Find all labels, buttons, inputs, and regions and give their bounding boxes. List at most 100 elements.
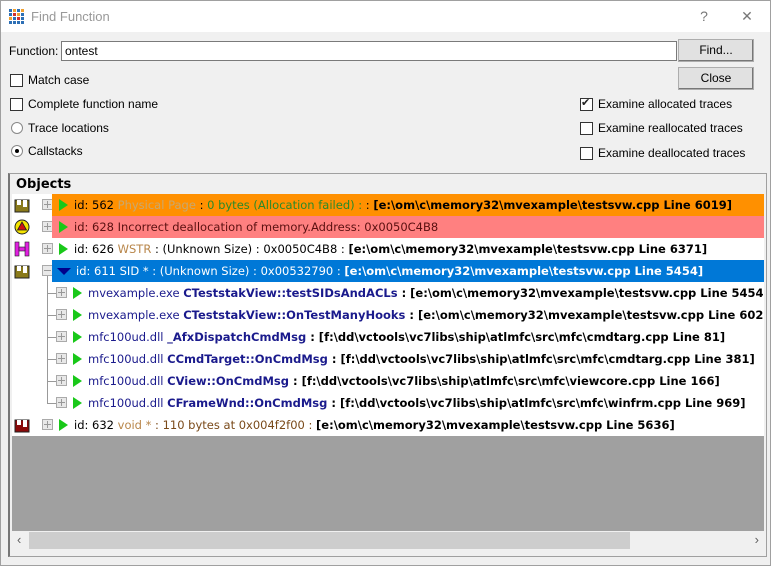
play-icon — [59, 419, 68, 431]
find-function-dialog: Find Function ? ✕ Function: ontest Find.… — [0, 0, 771, 566]
expand-icon[interactable] — [56, 353, 67, 364]
function-name: _AfxDispatchCmdMsg — [167, 330, 307, 344]
module-name: mfc100ud.dll — [88, 396, 164, 410]
object-text: id: 628 Incorrect deallocation of memory… — [74, 220, 439, 234]
window-title: Find Function — [31, 9, 110, 24]
play-icon — [73, 375, 82, 387]
module-name: mvexample.exe — [88, 286, 180, 300]
object-id: id: 626 — [74, 242, 114, 256]
objects-panel: Objects id: 562 Physical Page : 0 bytes … — [8, 173, 767, 557]
help-button[interactable]: ? — [689, 5, 719, 27]
close-window-button[interactable]: ✕ — [732, 5, 762, 27]
callstack-row[interactable]: mfc100ud.dll CFrameWnd::OnCmdMsg : [f:\d… — [12, 392, 764, 414]
expand-icon[interactable] — [56, 287, 67, 298]
play-icon — [73, 309, 82, 321]
separator: : — [195, 198, 208, 212]
source-location: : [e:\om\c\memory32\mvexample\testsvw.cp… — [405, 308, 764, 322]
source-location: : [f:\dd\vctools\vc7libs\ship\atlmfc\src… — [327, 396, 746, 410]
source-location: : [f:\dd\vctools\vc7libs\ship\atlmfc\src… — [306, 330, 726, 344]
tree-row-selected[interactable]: id: 611 SID * : (Unknown Size) : 0x00532… — [12, 260, 764, 282]
warning-icon — [14, 219, 30, 235]
separator: : — [362, 198, 374, 212]
title-bar: Find Function ? ✕ — [1, 1, 770, 32]
object-location: [e:\om\c\memory32\mvexample\testsvw.cpp … — [316, 418, 675, 432]
freed-page-icon — [14, 419, 30, 433]
object-location: [e:\om\c\memory32\mvexample\testsvw.cpp … — [348, 242, 708, 256]
object-type: Physical Page — [117, 198, 196, 212]
callstack-row[interactable]: mfc100ud.dll CCmdTarget::OnCmdMsg : [f:\… — [12, 348, 764, 370]
play-icon — [73, 353, 82, 365]
source-location: : [f:\dd\vctools\vc7libs\ship\atlmfc\src… — [327, 352, 755, 366]
object-text: id: 611 SID * : (Unknown Size) : 0x00532… — [76, 264, 345, 278]
scroll-left-icon[interactable]: ‹ — [17, 532, 21, 547]
object-id: id: 632 — [74, 418, 114, 432]
object-size: 0 bytes (Allocation failed) : — [207, 198, 363, 212]
module-name: mfc100ud.dll — [88, 374, 164, 388]
object-details: : 110 bytes at 0x004f2f00 : — [151, 418, 317, 432]
object-location: [e:\om\c\memory32\mvexample\testsvw.cpp … — [373, 198, 732, 212]
trace-locations-radio[interactable] — [11, 122, 23, 134]
play-icon — [73, 331, 82, 343]
function-label: Function: — [9, 44, 59, 58]
object-details: : (Unknown Size) : 0x0050C4B8 : — [151, 242, 349, 256]
examine-deallocated-checkbox[interactable] — [580, 147, 593, 160]
grid-icon — [9, 9, 24, 24]
heap-icon — [14, 241, 30, 257]
function-input[interactable]: ontest — [61, 41, 677, 61]
function-name: CTeststakView::OnTestManyHooks — [183, 308, 406, 322]
function-name: CFrameWnd::OnCmdMsg — [167, 396, 328, 410]
physical-page-icon — [14, 199, 30, 213]
examine-allocated-label: Examine allocated traces — [598, 97, 733, 111]
tree-row[interactable]: id: 628 Incorrect deallocation of memory… — [12, 216, 764, 238]
play-icon — [59, 243, 68, 255]
tree-row[interactable]: id: 562 Physical Page : 0 bytes (Allocat… — [12, 194, 764, 216]
trace-locations-label: Trace locations — [28, 121, 109, 135]
callstack-row[interactable]: mvexample.exe CTeststakView::OnTestManyH… — [12, 304, 764, 326]
expand-icon[interactable] — [42, 243, 53, 254]
callstacks-radio[interactable] — [11, 145, 23, 157]
match-case-checkbox[interactable] — [10, 74, 23, 87]
complete-name-checkbox[interactable] — [10, 98, 23, 111]
expand-icon[interactable] — [42, 419, 53, 430]
function-name: CView::OnCmdMsg — [167, 374, 289, 388]
objects-tree[interactable]: id: 562 Physical Page : 0 bytes (Allocat… — [12, 194, 764, 531]
object-type: WSTR — [117, 242, 152, 256]
expand-icon[interactable] — [56, 397, 67, 408]
close-button[interactable]: Close — [678, 67, 754, 90]
callstack-row[interactable]: mfc100ud.dll _AfxDispatchCmdMsg : [f:\dd… — [12, 326, 764, 348]
examine-allocated-checkbox[interactable] — [580, 96, 593, 111]
function-name: CTeststakView::testSIDsAndACLs — [183, 286, 398, 300]
scrollbar-thumb[interactable] — [29, 532, 630, 549]
object-location: [e:\om\c\memory32\mvexample\testsvw.cpp … — [344, 264, 704, 278]
expand-icon[interactable] — [56, 375, 67, 386]
expand-icon[interactable] — [56, 309, 67, 320]
play-icon — [73, 397, 82, 409]
horizontal-scrollbar[interactable]: ‹ › — [12, 531, 764, 550]
callstack-row[interactable]: mfc100ud.dll CView::OnCmdMsg : [f:\dd\vc… — [12, 370, 764, 392]
expand-icon[interactable] — [56, 331, 67, 342]
scroll-right-icon[interactable]: › — [755, 532, 759, 547]
object-type: void * — [117, 418, 152, 432]
play-icon — [59, 199, 68, 211]
match-case-label: Match case — [28, 73, 90, 87]
source-location: : [e:\om\c\memory32\mvexample\testsvw.cp… — [397, 286, 764, 300]
tree-row[interactable]: id: 632 void * : 110 bytes at 0x004f2f00… — [12, 414, 764, 436]
play-icon — [59, 221, 68, 233]
examine-reallocated-label: Examine reallocated traces — [598, 121, 743, 135]
callstack-row[interactable]: mvexample.exe CTeststakView::testSIDsAnd… — [12, 282, 764, 304]
tree-row[interactable]: id: 626 WSTR : (Unknown Size) : 0x0050C4… — [12, 238, 764, 260]
source-location: : [f:\dd\vctools\vc7libs\ship\atlmfc\src… — [288, 374, 720, 388]
examine-reallocated-checkbox[interactable] — [580, 122, 593, 135]
module-name: mfc100ud.dll — [88, 330, 164, 344]
find-button[interactable]: Find... — [678, 39, 754, 62]
play-icon — [73, 287, 82, 299]
module-name: mfc100ud.dll — [88, 352, 164, 366]
expanded-arrow-icon — [57, 268, 71, 275]
examine-deallocated-label: Examine deallocated traces — [598, 146, 746, 160]
physical-page-icon — [14, 265, 30, 279]
objects-title: Objects — [16, 177, 72, 192]
callstacks-label: Callstacks — [28, 144, 83, 158]
complete-name-label: Complete function name — [28, 97, 159, 111]
function-name: CCmdTarget::OnCmdMsg — [167, 352, 328, 366]
object-id: id: 562 — [74, 198, 114, 212]
